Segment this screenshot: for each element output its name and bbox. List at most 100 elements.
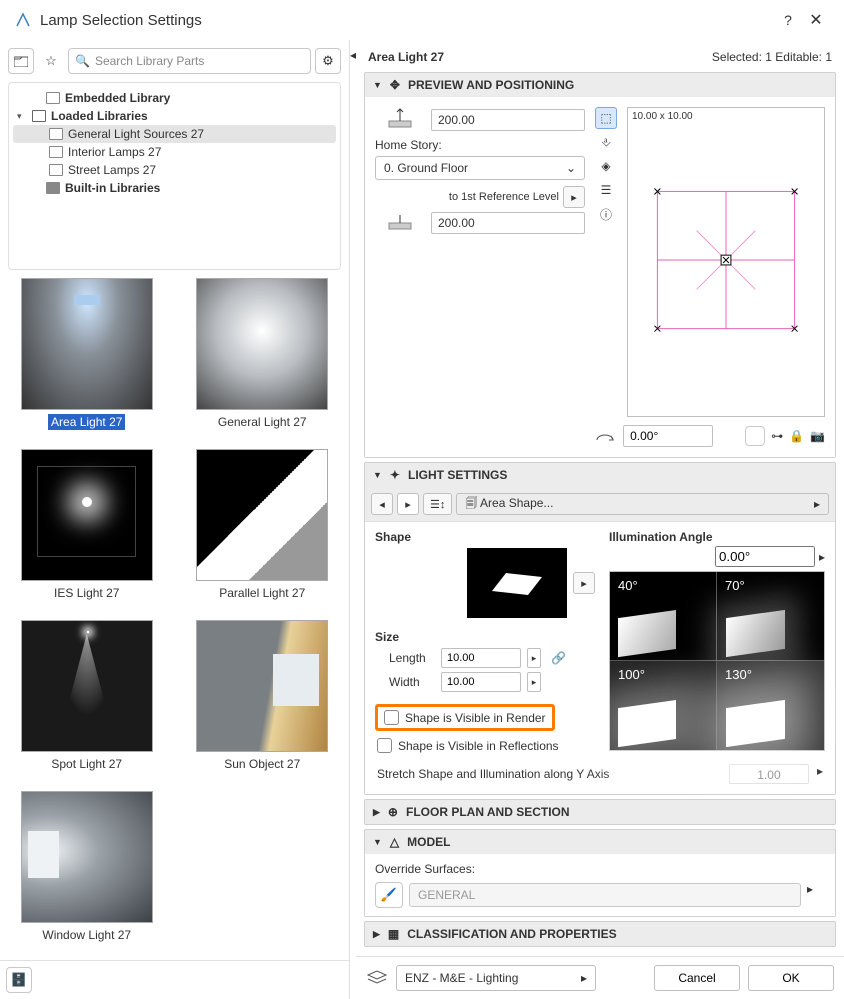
- tree-item-loaded[interactable]: ▾Loaded Libraries: [13, 107, 336, 125]
- width-stepper[interactable]: ▸: [527, 672, 541, 692]
- chevron-down-icon: ▾: [17, 111, 27, 122]
- gallery-item[interactable]: General Light 27: [182, 278, 344, 439]
- gallery-item[interactable]: IES Light 27: [6, 449, 168, 610]
- highlighted-option: Shape is Visible in Render: [375, 704, 555, 731]
- illumination-angle-input[interactable]: [715, 546, 815, 567]
- ill-label-130: 130°: [725, 667, 752, 682]
- settings-gear-button[interactable]: ⚙: [315, 48, 341, 74]
- prev-page-button[interactable]: ◂: [371, 493, 393, 515]
- ill-label-100: 100°: [618, 667, 645, 682]
- search-icon: 🔍: [75, 54, 90, 68]
- tree-item-builtin[interactable]: Built-in Libraries: [13, 179, 336, 197]
- ref-elevation-icon: [375, 213, 425, 234]
- gallery-item[interactable]: Spot Light 27: [6, 620, 168, 781]
- ill-label-40: 40°: [618, 578, 638, 593]
- link-icon[interactable]: 🔗: [551, 651, 566, 665]
- visible-in-render-label: Shape is Visible in Render: [405, 711, 546, 725]
- preview-mode-toolbar: ⬚ ⎀ ◈ ☰ ⓘ: [595, 107, 617, 417]
- next-page-button[interactable]: ▸: [397, 493, 419, 515]
- page-icon: 🗐: [465, 496, 477, 510]
- view-3d-button[interactable]: ◈: [595, 155, 617, 177]
- gallery-label: Window Light 27: [39, 927, 134, 943]
- ref-elevation-input[interactable]: 200.00: [431, 212, 585, 234]
- search-placeholder: Search Library Parts: [95, 54, 204, 68]
- ok-button[interactable]: OK: [748, 965, 834, 991]
- view-front-button[interactable]: ⎀: [595, 131, 617, 153]
- camera-icon: 📷: [810, 429, 825, 443]
- illumination-preview-grid[interactable]: 40° 70° 100° 130°: [609, 571, 825, 751]
- titlebar: Lamp Selection Settings ? ✕: [0, 0, 844, 40]
- layer-select[interactable]: ENZ - M&E - Lighting▸: [396, 965, 596, 991]
- gallery-item[interactable]: Area Light 27: [6, 278, 168, 439]
- chevron-right-icon: ▶: [373, 929, 380, 940]
- selection-status: Selected: 1 Editable: 1: [712, 50, 832, 64]
- folder-icon: [49, 128, 63, 140]
- chevron-down-icon: ▼: [373, 470, 382, 480]
- rotation-input[interactable]: [623, 425, 713, 447]
- tree-item-street-lamps[interactable]: Street Lamps 27: [13, 161, 336, 179]
- mirror-toggle[interactable]: [745, 426, 765, 446]
- reference-level-label: to 1st Reference Level: [449, 191, 559, 203]
- library-tree[interactable]: Embedded Library ▾Loaded Libraries Gener…: [8, 82, 341, 270]
- elevation-input[interactable]: 200.00: [431, 109, 585, 131]
- favorites-button[interactable]: ☆: [38, 48, 64, 74]
- reference-level-arrow[interactable]: ▸: [563, 186, 585, 208]
- folder-view-button[interactable]: [8, 48, 34, 74]
- stretch-value[interactable]: 1.00: [729, 764, 809, 784]
- stretch-stepper[interactable]: ▸: [817, 764, 823, 784]
- shape-next-button[interactable]: ▸: [573, 572, 595, 594]
- length-input[interactable]: [441, 648, 521, 668]
- panel-preview: ▼✥PREVIEW AND POSITIONING 200.00 Home St…: [364, 72, 836, 458]
- visible-in-reflections-checkbox[interactable]: [377, 738, 392, 753]
- panel-header-preview[interactable]: ▼✥PREVIEW AND POSITIONING: [365, 73, 835, 97]
- classification-icon: ▦: [388, 927, 399, 941]
- floorplan-icon: ⊕: [388, 805, 398, 819]
- shape-label: Shape: [375, 530, 595, 544]
- gallery-label: Area Light 27: [48, 414, 125, 430]
- view-elevation-button[interactable]: ☰: [595, 179, 617, 201]
- tree-item-interior-lamps[interactable]: Interior Lamps 27: [13, 143, 336, 161]
- view-info-button[interactable]: ⓘ: [595, 203, 617, 225]
- gallery-item[interactable]: Window Light 27: [6, 791, 168, 952]
- folder-icon: [49, 146, 63, 158]
- panel-floorplan[interactable]: ▶⊕FLOOR PLAN AND SECTION: [364, 799, 836, 825]
- length-stepper[interactable]: ▸: [527, 648, 541, 668]
- cancel-button[interactable]: Cancel: [654, 965, 740, 991]
- list-button[interactable]: ☰↕: [423, 493, 452, 515]
- length-label: Length: [375, 651, 435, 665]
- chevron-right-icon: ▸: [814, 497, 820, 511]
- gallery-item[interactable]: Parallel Light 27: [182, 449, 344, 610]
- object-preview[interactable]: 10.00 x 10.00: [627, 107, 825, 417]
- surface-select[interactable]: GENERAL: [409, 883, 801, 907]
- visible-in-render-checkbox[interactable]: [384, 710, 399, 725]
- illumination-angle-label: Illumination Angle: [609, 530, 825, 544]
- panel-header-model[interactable]: ▼△MODEL: [365, 830, 835, 854]
- panel-classification[interactable]: ▶▦CLASSIFICATION AND PROPERTIES: [364, 921, 836, 947]
- surface-override-toggle[interactable]: 🖌️: [375, 882, 403, 908]
- layer-icon: [366, 969, 388, 988]
- folder-icon: [14, 55, 28, 67]
- view-2d-button[interactable]: ⬚: [595, 107, 617, 129]
- chevron-right-icon: ▶: [373, 807, 380, 818]
- dialog-footer: ENZ - M&E - Lighting▸ Cancel OK: [356, 956, 844, 999]
- panel-light-settings: ▼✦LIGHT SETTINGS ◂ ▸ ☰↕ 🗐 Area Shape...▸…: [364, 462, 836, 795]
- link-icon: ⊶: [771, 429, 783, 443]
- chevron-down-icon: ⌄: [566, 161, 576, 175]
- help-button[interactable]: ?: [774, 6, 802, 34]
- chevron-down-icon: ▼: [373, 837, 382, 847]
- illumination-angle-stepper[interactable]: ▸: [819, 550, 825, 564]
- width-input[interactable]: [441, 672, 521, 692]
- close-button[interactable]: ✕: [802, 6, 830, 34]
- search-input[interactable]: 🔍 Search Library Parts: [68, 48, 311, 74]
- home-story-select[interactable]: 0. Ground Floor⌄: [375, 156, 585, 180]
- library-icon: [46, 182, 60, 194]
- gallery-item[interactable]: Sun Object 27: [182, 620, 344, 781]
- tree-item-embedded[interactable]: Embedded Library: [13, 89, 336, 107]
- gallery-label: IES Light 27: [51, 585, 122, 601]
- tree-item-general-lights[interactable]: General Light Sources 27: [13, 125, 336, 143]
- library-manager-button[interactable]: 🗄️: [6, 967, 32, 993]
- surface-arrow[interactable]: ▸: [807, 882, 825, 908]
- library-panel: ☆ 🔍 Search Library Parts ⚙ Embedded Libr…: [0, 40, 350, 999]
- panel-header-light[interactable]: ▼✦LIGHT SETTINGS: [365, 463, 835, 487]
- area-shape-select[interactable]: 🗐 Area Shape...▸: [456, 493, 829, 515]
